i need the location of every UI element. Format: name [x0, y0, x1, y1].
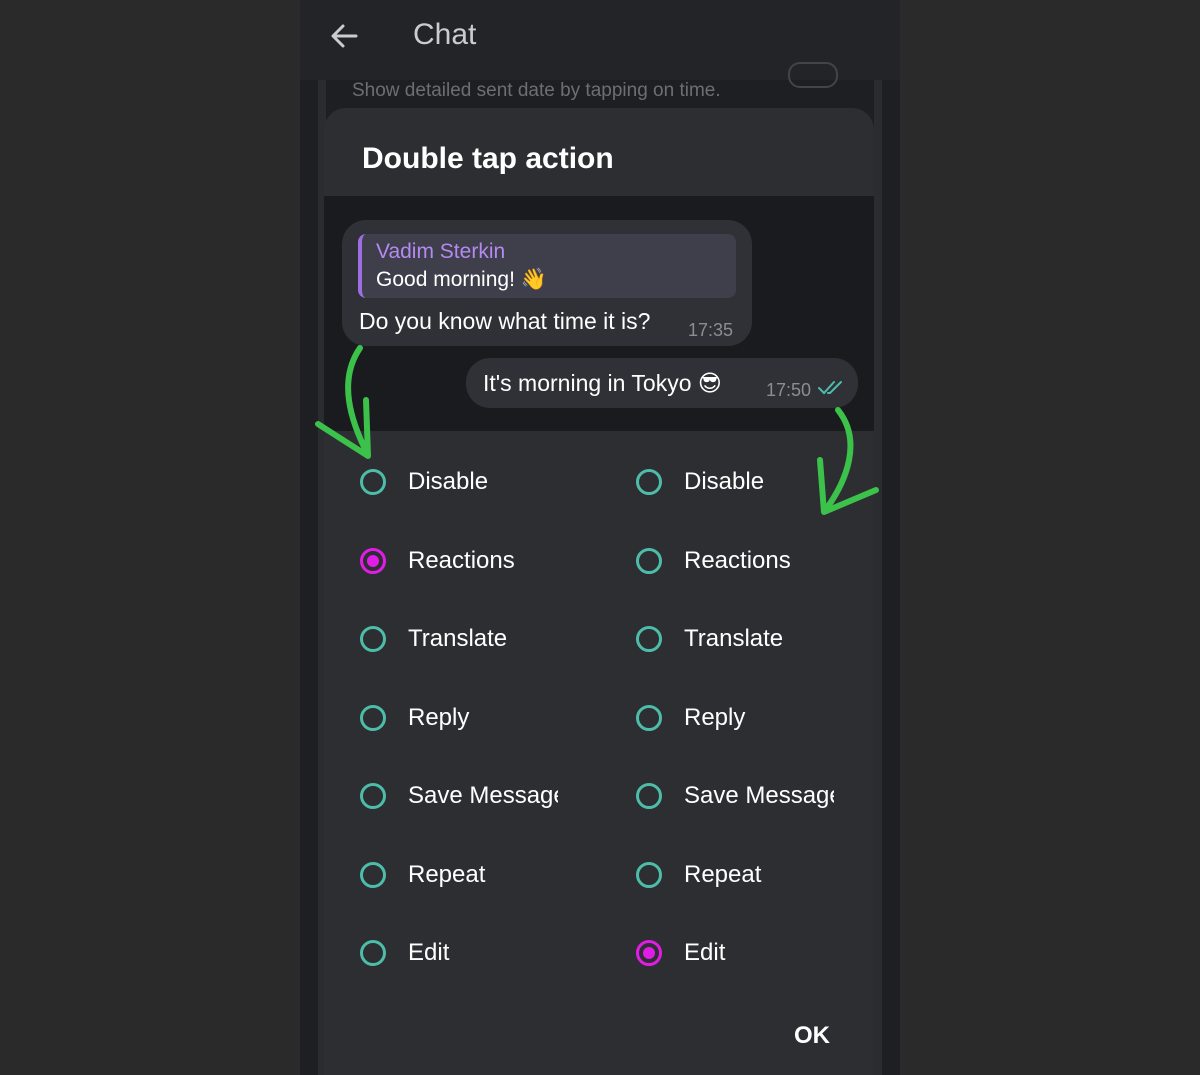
annotation-arrows: [315, 345, 879, 515]
annotation-arrow-left: [315, 345, 371, 459]
annotation-arrow-right: [817, 407, 879, 515]
